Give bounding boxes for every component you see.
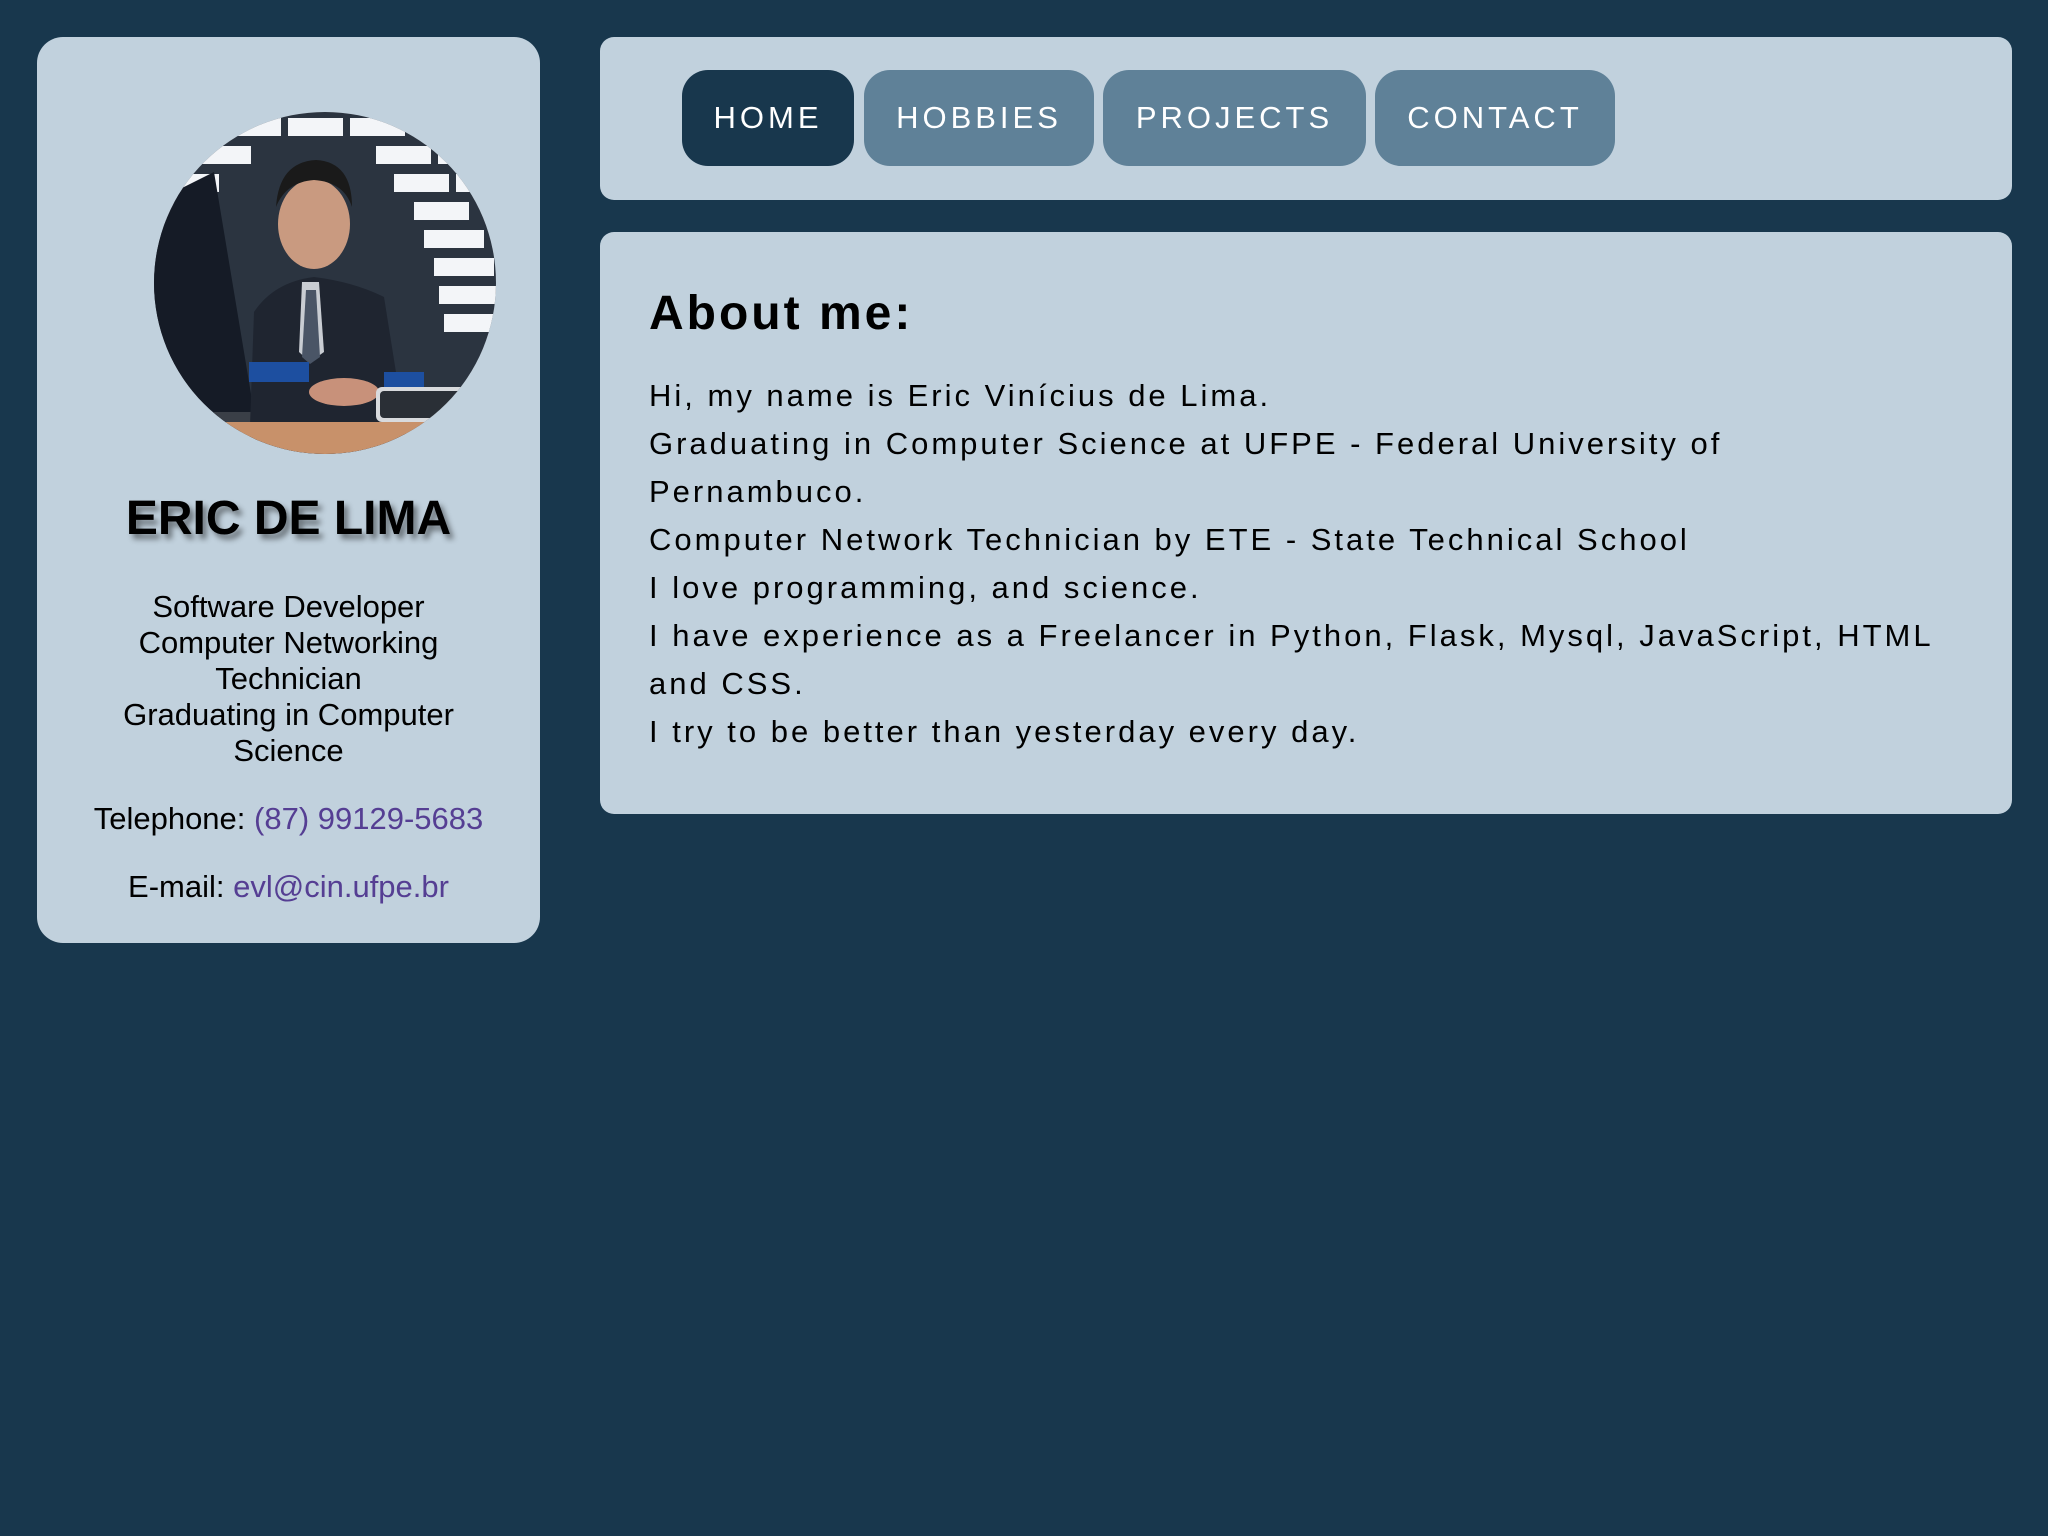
profile-card: ERIC DE LIMA Software Developer Computer… [37,37,540,943]
telephone-link[interactable]: (87) 99129-5683 [254,801,483,836]
profile-name: ERIC DE LIMA [125,492,452,545]
nav-projects-button[interactable]: PROJECTS [1103,70,1366,166]
email-label: E-mail: [128,869,234,904]
avatar [154,112,496,454]
role-line: Software Developer [152,589,425,624]
about-section: About me: Hi, my name is Eric Vinícius d… [600,232,2012,814]
main-nav: HOME HOBBIES PROJECTS CONTACT [600,37,2012,200]
about-line: Computer Network Technician by ETE - Sta… [649,522,1690,557]
profile-photo [154,112,496,454]
about-line: Graduating in Computer Science at UFPE -… [649,426,1723,509]
role-line: Computer Networking Technician [138,625,439,696]
email-link[interactable]: evl@cin.ufpe.br [233,869,449,904]
profile-roles: Software Developer Computer Networking T… [107,589,470,769]
nav-hobbies-button[interactable]: HOBBIES [864,70,1094,166]
about-line: I try to be better than yesterday every … [649,714,1360,749]
about-line: I love programming, and science. [649,570,1202,605]
about-text: Hi, my name is Eric Vinícius de Lima. Gr… [649,372,1939,756]
about-line: I have experience as a Freelancer in Pyt… [649,618,1933,701]
nav-contact-button[interactable]: CONTACT [1375,70,1615,166]
telephone-label: Telephone: [93,801,255,836]
email-line: E-mail: evl@cin.ufpe.br [37,868,540,906]
nav-home-button[interactable]: HOME [682,70,854,166]
about-title: About me: [649,287,914,340]
about-line: Hi, my name is Eric Vinícius de Lima. [649,378,1272,413]
role-line: Graduating in Computer Science [123,697,454,768]
telephone-line: Telephone: (87) 99129-5683 [37,800,540,838]
